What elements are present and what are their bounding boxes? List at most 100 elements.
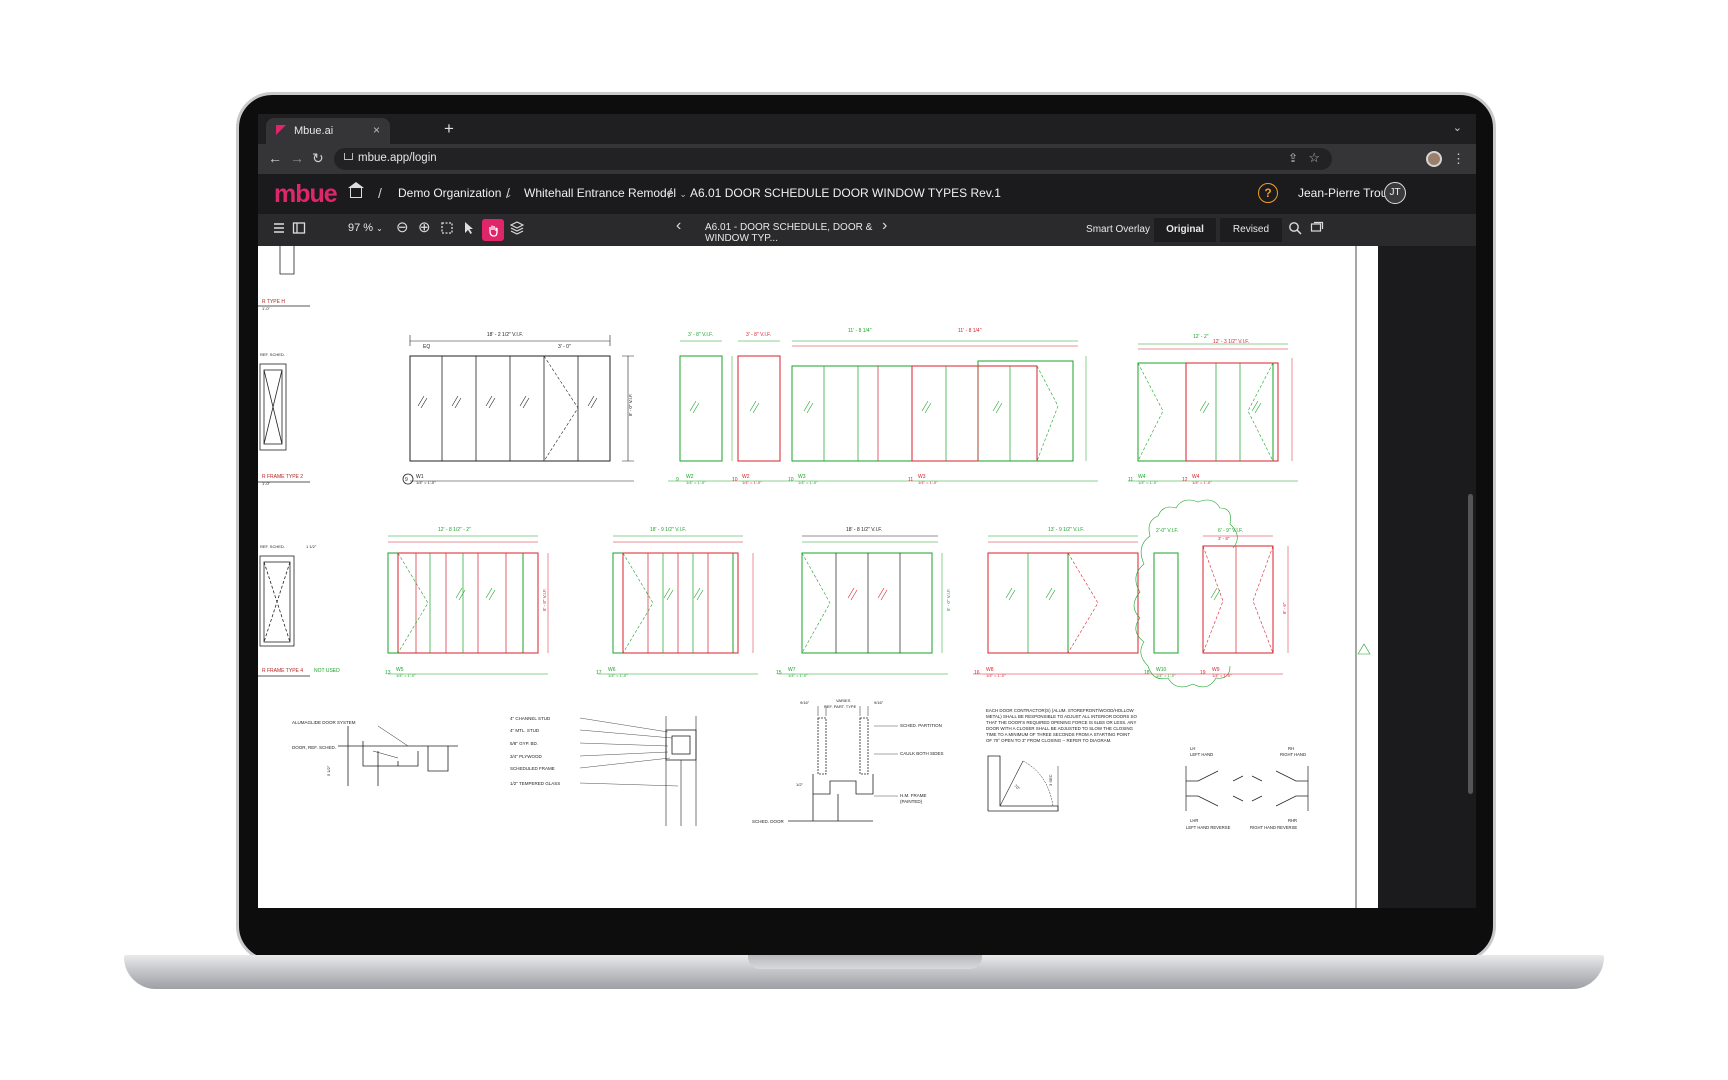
svg-text:EACH DOOR CONTRACTOR(S) (ALUM.: EACH DOOR CONTRACTOR(S) (ALUM. STOREFRON… [986,708,1135,713]
breadcrumb-separator: / [506,185,510,201]
w8-overall-dim: 13' - 9 1/2" V.I.F. [1048,527,1084,533]
detail-alumaglide [338,725,458,786]
detail-note: 3/4" PLYWOOD [510,754,543,759]
w2-overall-dim: 3' - 8" V.I.F. [688,332,713,338]
detail-note: SCHEDULED FRAME [510,766,555,771]
w5-scale: 1/4" = 1'-0" [396,673,416,678]
detail-note: VARIES [836,698,851,703]
svg-text:THAT THE DOOR'S REQUIRED OPENI: THAT THE DOOR'S REQUIRED OPENING FORCE I… [986,720,1136,725]
breadcrumb-sheet[interactable]: A6.01 DOOR SCHEDULE DOOR WINDOW TYPES Re… [690,186,1001,200]
svg-text:DOOR WITH A CLOSER SHALL BE AD: DOOR WITH A CLOSER SHALL BE ADJUSTED TO … [986,726,1134,731]
drawing-svg: R TYPE H 1'-0" R FRAME TYPE 2 1'-0" R FR… [258,246,1371,908]
closer-time: 3 SEC [1048,774,1053,786]
detail-note: REF. PART. TYPE [824,704,857,709]
w4-num: 12 [1182,477,1188,483]
tab-title: Mbue.ai [294,125,334,137]
svg-text:OF 70° OPEN TO 3" FROM CLOSING: OF 70° OPEN TO 3" FROM CLOSING -- REFER … [986,738,1111,743]
layers-icon[interactable] [509,221,525,239]
left-label: NOT USED [314,668,340,674]
w3-scale: 1/4" = 1'-0" [918,480,938,485]
help-icon[interactable]: ? [1258,183,1278,203]
w1-num: 9 [405,477,408,483]
w1-height-dim: 8' - 0" V.I.F. [628,393,633,416]
w2-num: 10 [732,477,738,483]
w10-overall-dim: 2'-0" V.I.F. [1156,528,1178,534]
left-label: 1'-0" [262,481,271,486]
view-smart-overlay-button[interactable]: Smart Overlay [1086,218,1150,242]
zoom-in-icon[interactable]: ⊕ [418,218,431,236]
left-label: 1 1/2" [306,544,317,549]
user-name[interactable]: Jean-Pierre Trou [1298,186,1387,200]
w4-overall-dim: 12' - 3 1/2" V.I.F. [1213,339,1249,345]
sheet-select[interactable]: A6.01 - DOOR SCHEDULE, DOOR & WINDOW TYP… [705,222,903,244]
comments-icon[interactable] [1310,221,1324,239]
breadcrumb-project[interactable]: Whitehall Entrance Remodel ⌄ [524,186,687,200]
w9-num: 19 [1200,670,1206,676]
w4-num: 11 [1128,477,1133,483]
next-sheet-icon[interactable]: › [882,217,887,235]
drawing-sheet[interactable]: R TYPE H 1'-0" R FRAME TYPE 2 1'-0" R FR… [258,246,1378,908]
left-label: R FRAME TYPE 4 [262,668,303,674]
window-type-w1 [402,335,634,485]
vertical-scrollbar[interactable] [1468,494,1473,794]
w3-scale: 1/4" = 1'-0" [798,480,818,485]
door-handing-diagram [1185,766,1309,811]
left-label: R TYPE H [262,299,285,305]
reload-icon[interactable]: ↻ [312,150,324,167]
window-type-w2-w3 [668,340,1098,482]
home-icon[interactable] [348,182,364,198]
pointer-tool-icon[interactable] [462,221,476,239]
w10-scale: 1/4" = 1'-0" [1156,673,1176,678]
zoom-out-icon[interactable]: ⊖ [396,218,409,236]
w2-scale: 1/4" = 1'-0" [742,480,762,485]
w2-scale: 1/4" = 1'-0" [686,480,706,485]
url-text[interactable]: mbue.app/login [358,152,437,164]
hand-label: RIGHT HAND REVERSE [1250,825,1297,830]
breadcrumb-organization[interactable]: Demo Organization ⌄ [398,186,512,200]
detail-note: 9/16" [874,700,884,705]
forward-icon[interactable]: → [290,150,304,166]
mbue-logo[interactable]: mbue [274,180,338,209]
detail-note: (PAINTED) [900,799,923,804]
user-avatar[interactable]: JT [1384,182,1406,204]
drawing-canvas[interactable]: R TYPE H 1'-0" R FRAME TYPE 2 1'-0" R FR… [258,246,1466,908]
area-select-icon[interactable] [440,221,454,239]
svg-text:TIME TO A MINIMUM OF THREE SEC: TIME TO A MINIMUM OF THREE SECONDS FROM … [986,732,1130,737]
previous-sheet-icon[interactable]: ‹ [676,217,681,235]
tab-search-chevron-icon[interactable]: ⌄ [1453,121,1462,134]
new-tab-button[interactable]: + [444,119,454,139]
view-revised-button[interactable]: Revised [1220,218,1282,242]
detail-note: SCHED. DOOR [752,819,785,824]
sidebar-toggle-icon[interactable] [292,221,306,239]
w3-overall-dim: 11' - 8 1/4" [848,328,872,334]
hand-label: LEFT HAND REVERSE [1186,825,1231,830]
browser-profile-avatar[interactable] [1426,151,1442,167]
pan-hand-tool-icon[interactable] [482,219,504,241]
browser-menu-icon[interactable]: ⋮ [1452,151,1465,167]
left-label: REF. SCHED. [260,544,285,549]
detail-note: 5/8" GYP. BD. [510,741,538,746]
revision-delta-icon [1357,643,1371,655]
dim-label: 3' - 8" [1218,536,1230,541]
breadcrumb-separator: / [668,185,672,201]
menu-icon[interactable] [272,221,286,239]
share-icon[interactable]: ⇪ [1288,151,1298,165]
detail-note: 9/16" [800,700,810,705]
detail-channel-stud [579,716,697,826]
view-original-button[interactable]: Original [1154,218,1216,242]
hand-label: RHR [1288,818,1297,823]
w2-num: 9 [676,477,679,483]
back-icon[interactable]: ← [268,150,282,166]
detail-note: 4" CHANNEL STUD [510,716,551,721]
browser-tab[interactable]: Mbue.ai × [266,118,390,144]
w3-overall-dim: 11' - 8 1/4" [958,328,982,334]
search-icon[interactable] [1288,221,1302,239]
w2-overall-dim: 3' - 8" V.I.F. [746,332,771,338]
breadcrumb-separator: / [378,185,382,201]
zoom-level-dropdown[interactable]: 97 % ⌄ [348,222,383,234]
tab-close-icon[interactable]: × [373,123,380,137]
address-bar[interactable]: mbue.app/login ⇪ ☆ [334,148,1332,170]
bookmark-star-icon[interactable]: ☆ [1308,150,1320,166]
hand-label: LHR [1190,818,1198,823]
left-label: REF. SCHED. [260,352,285,357]
